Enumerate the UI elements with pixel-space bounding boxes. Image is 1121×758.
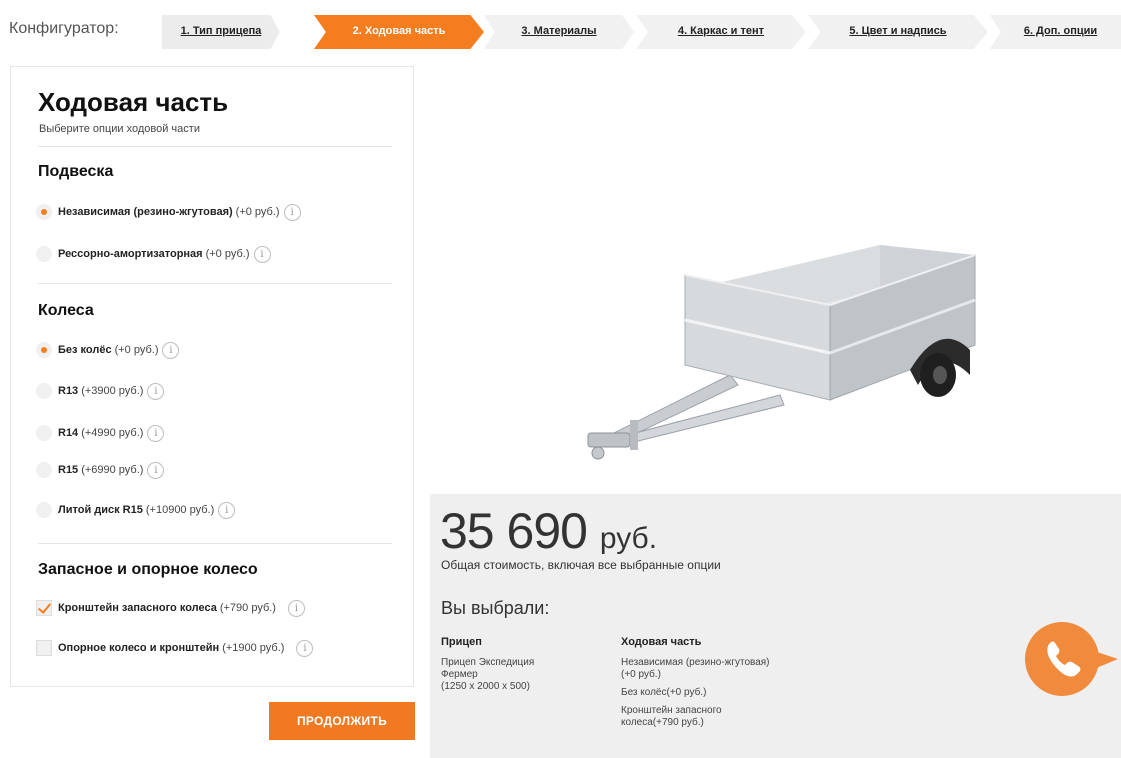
- checkbox-checked[interactable]: [36, 600, 52, 616]
- step-label: 2. Ходовая часть: [352, 25, 446, 37]
- option-wheels-r13[interactable]: R13 (+3900 руб.) i: [36, 380, 165, 402]
- info-icon[interactable]: i: [296, 639, 314, 657]
- option-price: (+4990 руб.): [81, 427, 144, 439]
- info-icon[interactable]: i: [253, 245, 271, 263]
- option-spare-bracket[interactable]: Кронштейн запасного колеса (+790 руб.) i: [36, 597, 305, 619]
- checkbox[interactable]: [36, 640, 52, 656]
- summary-trailer-line: Прицеп Экспедиция Фермер: [441, 657, 535, 680]
- option-price: (+10900 руб.): [145, 504, 215, 516]
- continue-button[interactable]: ПРОДОЛЖИТЬ: [269, 702, 415, 740]
- step-label: 3. Материалы: [521, 25, 597, 37]
- step-materials[interactable]: 3. Материалы: [484, 15, 634, 49]
- option-name: R13: [58, 385, 79, 397]
- suspension-title: Подвеска: [38, 163, 114, 180]
- option-wheels-none[interactable]: Без колёс (+0 руб.) i: [36, 339, 180, 361]
- radio-selected[interactable]: [36, 342, 52, 358]
- summary-trailer-line: (1250 x 2000 x 500): [441, 681, 530, 692]
- option-name: Опорное колесо и кронштейн: [58, 642, 220, 654]
- step-extra-options[interactable]: 6. Доп. опции: [990, 15, 1121, 49]
- option-name: Литой диск R15: [58, 504, 143, 516]
- option-suspension-independent[interactable]: Независимая (резино-жгутовая) (+0 руб.) …: [36, 201, 301, 223]
- option-wheels-r15[interactable]: R15 (+6990 руб.) i: [36, 459, 165, 481]
- option-wheels-r14[interactable]: R14 (+4990 руб.) i: [36, 422, 165, 444]
- option-price: (+1900 руб.): [222, 642, 285, 654]
- step-color-text[interactable]: 5. Цвет и надпись: [808, 15, 988, 49]
- price-currency: руб.: [599, 522, 658, 555]
- total-price: 35 690 руб.: [440, 502, 657, 560]
- radio[interactable]: [36, 383, 52, 399]
- summary-chassis-column: Ходовая часть Независимая (резино-жгутов…: [621, 636, 771, 735]
- step-label: 5. Цвет и надпись: [849, 25, 947, 37]
- step-label: 6. Доп. опции: [1023, 25, 1098, 37]
- chassis-options-panel: Ходовая часть Выберите опции ходовой час…: [10, 66, 414, 687]
- info-icon[interactable]: i: [162, 341, 180, 359]
- option-price: (+0 руб.): [205, 248, 250, 260]
- configurator-label: Конфигуратор:: [9, 20, 119, 37]
- option-name: Независимая (резино-жгутовая): [58, 206, 233, 218]
- option-price: (+3900 руб.): [81, 385, 144, 397]
- divider: [38, 283, 392, 284]
- step-label: 1. Тип прицепа: [180, 25, 262, 37]
- info-icon[interactable]: i: [147, 424, 165, 442]
- price-summary: 35 690 руб. Общая стоимость, включая все…: [430, 494, 1121, 758]
- panel-subtitle: Выберите опции ходовой части: [39, 123, 200, 135]
- summary-chassis-line: Кронштейн запасного колеса(+790 руб.): [621, 705, 722, 728]
- summary-chassis-line: Независимая (резино-жгутовая)(+0 руб.): [621, 657, 770, 680]
- step-chassis[interactable]: 2. Ходовая часть: [314, 15, 484, 49]
- step-trailer-type[interactable]: 1. Тип прицепа: [162, 15, 280, 49]
- info-icon[interactable]: i: [218, 501, 236, 519]
- summary-trailer-column: Прицеп Прицеп Экспедиция Фермер (1250 x …: [441, 636, 576, 693]
- option-suspension-leaf-spring[interactable]: Рессорно-амортизаторная (+0 руб.) i: [36, 243, 271, 265]
- option-price: (+790 руб.): [219, 602, 276, 614]
- info-icon[interactable]: i: [147, 461, 165, 479]
- option-price: (+0 руб.): [235, 206, 280, 218]
- option-price: (+0 руб.): [114, 344, 159, 356]
- step-label: 4. Каркас и тент: [677, 25, 765, 37]
- summary-chassis-line: Без колёс(+0 руб.): [621, 687, 707, 698]
- option-name: R15: [58, 464, 79, 476]
- divider: [38, 146, 392, 147]
- option-jockey-wheel[interactable]: Опорное колесо и кронштейн (+1900 руб.) …: [36, 637, 314, 659]
- price-value: 35 690: [440, 503, 588, 559]
- radio[interactable]: [36, 246, 52, 262]
- option-price: (+6990 руб.): [81, 464, 144, 476]
- summary-chassis-heading: Ходовая часть: [621, 636, 702, 648]
- price-note: Общая стоимость, включая все выбранные о…: [441, 558, 721, 572]
- radio[interactable]: [36, 462, 52, 478]
- radio[interactable]: [36, 425, 52, 441]
- info-icon[interactable]: i: [283, 203, 301, 221]
- radio[interactable]: [36, 502, 52, 518]
- radio-selected[interactable]: [36, 204, 52, 220]
- configurator-steps: Конфигуратор: 1. Тип прицепа 2. Ходовая …: [0, 0, 1121, 64]
- option-name: R14: [58, 427, 79, 439]
- option-wheels-alloy-r15[interactable]: Литой диск R15 (+10900 руб.) i: [36, 499, 236, 521]
- option-name: Рессорно-амортизаторная: [58, 248, 203, 260]
- info-icon[interactable]: i: [147, 382, 165, 400]
- spare-wheel-title: Запасное и опорное колесо: [38, 561, 258, 578]
- wheels-title: Колеса: [38, 302, 94, 319]
- phone-icon[interactable]: [1024, 621, 1120, 697]
- chosen-title: Вы выбрали:: [441, 598, 550, 618]
- trailer-image: [587, 245, 976, 460]
- panel-title: Ходовая часть: [38, 87, 229, 117]
- option-name: Без колёс: [58, 344, 112, 356]
- option-name: Кронштейн запасного колеса: [58, 602, 217, 614]
- summary-trailer-heading: Прицеп: [441, 636, 482, 648]
- info-icon[interactable]: i: [287, 599, 305, 617]
- step-frame-tent[interactable]: 4. Каркас и тент: [636, 15, 806, 49]
- divider: [38, 543, 392, 544]
